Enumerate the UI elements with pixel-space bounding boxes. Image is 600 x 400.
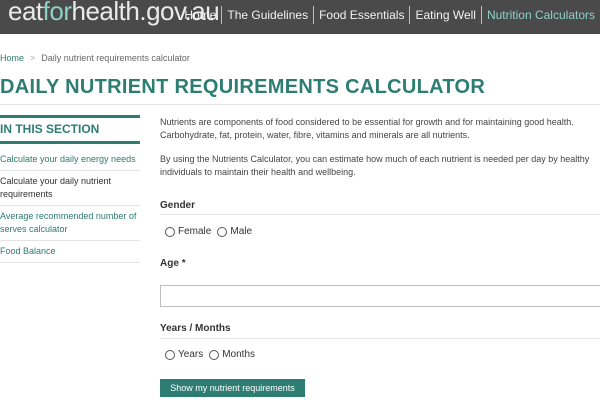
calculator-form: Nutrients are components of food conside… <box>160 116 600 397</box>
sidebar-item-serves-calculator[interactable]: Average recommended number of serves cal… <box>0 206 140 241</box>
intro-paragraph-1: Nutrients are components of food conside… <box>160 116 600 142</box>
nav-food-essentials[interactable]: Food Essentials <box>313 6 409 24</box>
breadcrumb-home[interactable]: Home <box>0 53 24 63</box>
sidebar-item-nutrient-requirements[interactable]: Calculate your daily nutrient requiremen… <box>0 171 140 206</box>
breadcrumb-current: Daily nutrient requirements calculator <box>41 53 190 63</box>
gender-divider <box>160 214 600 215</box>
gender-options: Female Male <box>165 226 258 237</box>
intro-line: By using the Nutrients Calculator, you c… <box>160 154 590 164</box>
female-radio[interactable] <box>165 226 175 237</box>
sidebar: IN THIS SECTION Calculate your daily ene… <box>0 115 140 263</box>
months-radio[interactable] <box>209 349 220 360</box>
years-months-label: Years / Months <box>160 323 231 334</box>
intro-line: Carbohydrate, fat, protein, water, fibre… <box>160 130 470 140</box>
age-input[interactable] <box>160 285 600 307</box>
sidebar-item-food-balance[interactable]: Food Balance <box>0 241 140 263</box>
logo-prefix: eat <box>8 0 43 26</box>
nav-eating-well[interactable]: Eating Well <box>409 6 480 24</box>
nav-home[interactable]: Home <box>179 6 221 24</box>
years-months-divider <box>160 338 600 339</box>
page-title: DAILY NUTRIENT REQUIREMENTS CALCULATOR <box>0 76 486 98</box>
sidebar-item-energy-needs[interactable]: Calculate your daily energy needs <box>0 149 140 171</box>
main-nav: Home The Guidelines Food Essentials Eati… <box>179 5 600 25</box>
title-divider <box>0 104 600 105</box>
site-header: eatforhealth.gov.au Home The Guidelines … <box>0 0 600 34</box>
logo-accent: for <box>42 0 72 26</box>
sidebar-item-label[interactable]: Food Balance <box>0 246 56 256</box>
sidebar-item-label[interactable]: Average recommended number of serves cal… <box>0 211 136 234</box>
months-label[interactable]: Months <box>222 349 255 360</box>
male-label[interactable]: Male <box>230 226 252 237</box>
male-radio[interactable] <box>217 226 228 237</box>
sidebar-heading: IN THIS SECTION <box>0 115 140 144</box>
sidebar-item-label[interactable]: Calculate your daily energy needs <box>0 154 136 164</box>
required-marker: * <box>181 258 186 269</box>
gender-label: Gender <box>160 200 196 211</box>
years-radio[interactable] <box>165 349 175 360</box>
show-requirements-button[interactable]: Show my nutrient requirements <box>160 379 305 397</box>
sidebar-item-label[interactable]: Calculate your daily nutrient requiremen… <box>0 176 111 199</box>
intro-paragraph-2: By using the Nutrients Calculator, you c… <box>160 153 600 179</box>
sidebar-list: Calculate your daily energy needs Calcul… <box>0 149 140 263</box>
intro-line: individuals to maintain their health and… <box>160 167 356 177</box>
age-label-text: Age <box>160 258 179 269</box>
years-label[interactable]: Years <box>178 349 203 360</box>
breadcrumb: Home > Daily nutrient requirements calcula… <box>0 53 190 63</box>
years-months-options: Years Months <box>165 349 261 360</box>
female-label[interactable]: Female <box>178 226 211 237</box>
intro-line: Nutrients are components of food conside… <box>160 117 574 127</box>
nav-the-guidelines[interactable]: The Guidelines <box>221 6 313 24</box>
age-label: Age * <box>160 258 186 269</box>
nav-nutrition-calculators[interactable]: Nutrition Calculators <box>480 6 600 24</box>
breadcrumb-separator: > <box>30 53 36 63</box>
